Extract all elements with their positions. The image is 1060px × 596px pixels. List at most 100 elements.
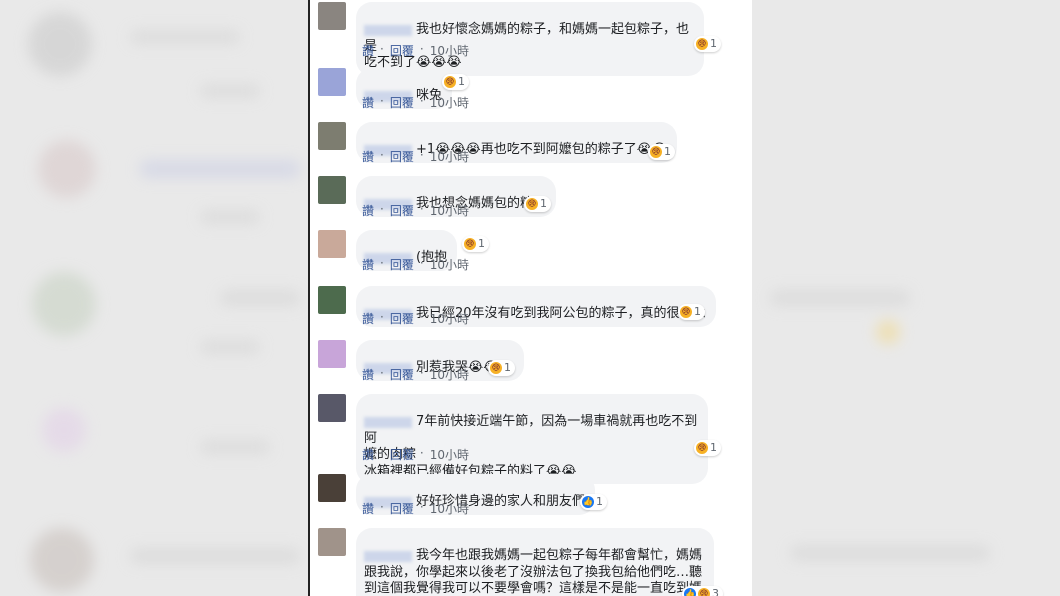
dot-separator: · (419, 446, 424, 460)
like-link[interactable]: 讚 (362, 94, 374, 111)
reaction-count: 3 (712, 587, 719, 596)
reaction-count: 1 (710, 441, 717, 454)
comment-time[interactable]: 10小時 (430, 366, 469, 383)
reply-link[interactable]: 回覆 (390, 366, 414, 383)
comment-time[interactable]: 10小時 (430, 310, 469, 327)
comment-time[interactable]: 10小時 (430, 256, 469, 273)
like-icon: 👍 (684, 588, 696, 596)
sad-icon: 😢 (526, 198, 538, 210)
like-icon: 👍 (582, 496, 594, 508)
comment-time[interactable]: 10小時 (430, 446, 469, 463)
avatar[interactable] (318, 176, 346, 204)
comment-bubble: 7年前快接近端午節，因為一場車禍就再也吃不到阿 嬤的肉粽 冰箱裡都已經備好包粽子… (356, 394, 708, 484)
reply-link[interactable]: 回覆 (390, 202, 414, 219)
avatar[interactable] (318, 286, 346, 314)
comment: 7年前快接近端午節，因為一場車禍就再也吃不到阿 嬤的肉粽 冰箱裡都已經備好包粽子… (318, 394, 738, 484)
reaction-badge[interactable]: 😢 1 (694, 440, 721, 456)
like-link[interactable]: 讚 (362, 500, 374, 517)
like-link[interactable]: 讚 (362, 366, 374, 383)
dot-separator: · (419, 202, 424, 216)
like-link[interactable]: 讚 (362, 446, 374, 463)
dot-separator: · (380, 500, 384, 514)
dot-separator: · (380, 202, 384, 216)
reply-link[interactable]: 回覆 (390, 42, 414, 59)
comment-panel: 我也好懷念媽媽的粽子，和媽媽一起包粽子，也是 吃不到了😭😭😭 😢 1 讚 · 回覆 · 1… (308, 0, 752, 596)
comment-time[interactable]: 10小時 (430, 94, 469, 111)
sad-icon: 😢 (490, 362, 502, 374)
reaction-count: 1 (694, 305, 701, 318)
reply-link[interactable]: 回覆 (390, 256, 414, 273)
like-link[interactable]: 讚 (362, 256, 374, 273)
reaction-badge[interactable]: 👍 😢 3 (682, 586, 723, 596)
dot-separator: · (419, 94, 424, 108)
reaction-badge[interactable]: 😢 1 (648, 144, 675, 160)
comment-actions: 讚 · 回覆 · 10小時 (362, 256, 469, 273)
like-link[interactable]: 讚 (362, 148, 374, 165)
comment-bubble: 我也好懷念媽媽的粽子，和媽媽一起包粽子，也是 吃不到了😭😭😭 (356, 2, 704, 76)
sad-icon: 😢 (444, 76, 456, 88)
comment: +1😭😭😭再也吃不到阿嬤包的粽子了😭😭 😢 1 讚 · 回覆 · 10小時 (318, 122, 738, 166)
comment-time[interactable]: 10小時 (430, 202, 469, 219)
comment-time[interactable]: 10小時 (430, 500, 469, 517)
dot-separator: · (380, 446, 384, 460)
dot-separator: · (380, 366, 384, 380)
reaction-badge[interactable]: 😢 1 (524, 196, 551, 212)
reaction-badge[interactable]: 😢 1 (678, 304, 705, 320)
comment-actions: 讚 · 回覆 · 10小時 (362, 202, 469, 219)
avatar[interactable] (318, 528, 346, 556)
reaction-count: 1 (596, 495, 603, 508)
reaction-count: 1 (664, 145, 671, 158)
comment: 我已經20年沒有吃到我阿公包的粽子，真的很懷念 😢 1 讚 · 回覆 · 10小時 (318, 286, 738, 330)
comment: (抱抱 😢 1 讚 · 回覆 · 10小時 (318, 230, 738, 274)
reaction-count: 1 (504, 361, 511, 374)
reaction-badge[interactable]: 😢 1 (462, 236, 489, 252)
like-link[interactable]: 讚 (362, 202, 374, 219)
dot-separator: · (419, 42, 424, 56)
reply-link[interactable]: 回覆 (390, 310, 414, 327)
reaction-badge[interactable]: 😢 1 (442, 74, 469, 90)
commenter-name[interactable] (364, 416, 412, 428)
commenter-name[interactable] (364, 550, 412, 562)
sad-icon: 😢 (680, 306, 692, 318)
comment-actions: 讚 · 回覆 · 10小時 (362, 366, 469, 383)
avatar[interactable] (318, 394, 346, 422)
comment: 我也好懷念媽媽的粽子，和媽媽一起包粽子，也是 吃不到了😭😭😭 😢 1 讚 · 回覆 · 1… (318, 2, 738, 76)
dot-separator: · (380, 256, 384, 270)
reaction-count: 1 (710, 37, 717, 50)
avatar[interactable] (318, 122, 346, 150)
comment: 我今年也跟我媽媽一起包粽子每年都會幫忙，媽媽 跟我說，你學起來以後老了沒辦法包了… (318, 528, 738, 596)
avatar[interactable] (318, 340, 346, 368)
comment-time[interactable]: 10小時 (430, 148, 469, 165)
reply-link[interactable]: 回覆 (390, 500, 414, 517)
avatar[interactable] (318, 474, 346, 502)
avatar[interactable] (318, 68, 346, 96)
comment: 我也想念媽媽包的粽子 😢 1 讚 · 回覆 · 10小時 (318, 176, 738, 220)
dot-separator: · (419, 148, 424, 162)
reply-link[interactable]: 回覆 (390, 148, 414, 165)
reaction-badge[interactable]: 😢 1 (488, 360, 515, 376)
dot-separator: · (380, 310, 384, 324)
reply-link[interactable]: 回覆 (390, 94, 414, 111)
dot-separator: · (380, 42, 384, 56)
comment-time[interactable]: 10小時 (430, 42, 469, 59)
comment-actions: 讚 · 回覆 · 10小時 (362, 446, 469, 463)
comment: 好好珍惜身邊的家人和朋友們 👍 1 讚 · 回覆 · 10小時 (318, 474, 738, 518)
like-link[interactable]: 讚 (362, 310, 374, 327)
reply-link[interactable]: 回覆 (390, 446, 414, 463)
like-link[interactable]: 讚 (362, 42, 374, 59)
comment-actions: 讚 · 回覆 · 10小時 (362, 310, 469, 327)
comment-text: 我今年也跟我媽媽一起包粽子每年都會幫忙，媽媽 跟我說，你學起來以後老了沒辦法包了… (364, 548, 703, 596)
avatar[interactable] (318, 2, 346, 30)
dot-separator: · (380, 148, 384, 162)
comment-actions: 讚 · 回覆 · 10小時 (362, 500, 469, 517)
dot-separator: · (419, 500, 424, 514)
comment: 咪兔 😢 1 讚 · 回覆 · 10小時 (318, 68, 738, 112)
reaction-badge[interactable]: 😢 1 (694, 36, 721, 52)
reaction-badge[interactable]: 👍 1 (580, 494, 607, 510)
avatar[interactable] (318, 230, 346, 258)
sad-icon: 😢 (650, 146, 662, 158)
sad-icon: 😢 (698, 588, 710, 596)
comment-actions: 讚 · 回覆 · 10小時 (362, 42, 469, 59)
commenter-name[interactable] (364, 24, 412, 36)
comment-actions: 讚 · 回覆 · 10小時 (362, 148, 469, 165)
